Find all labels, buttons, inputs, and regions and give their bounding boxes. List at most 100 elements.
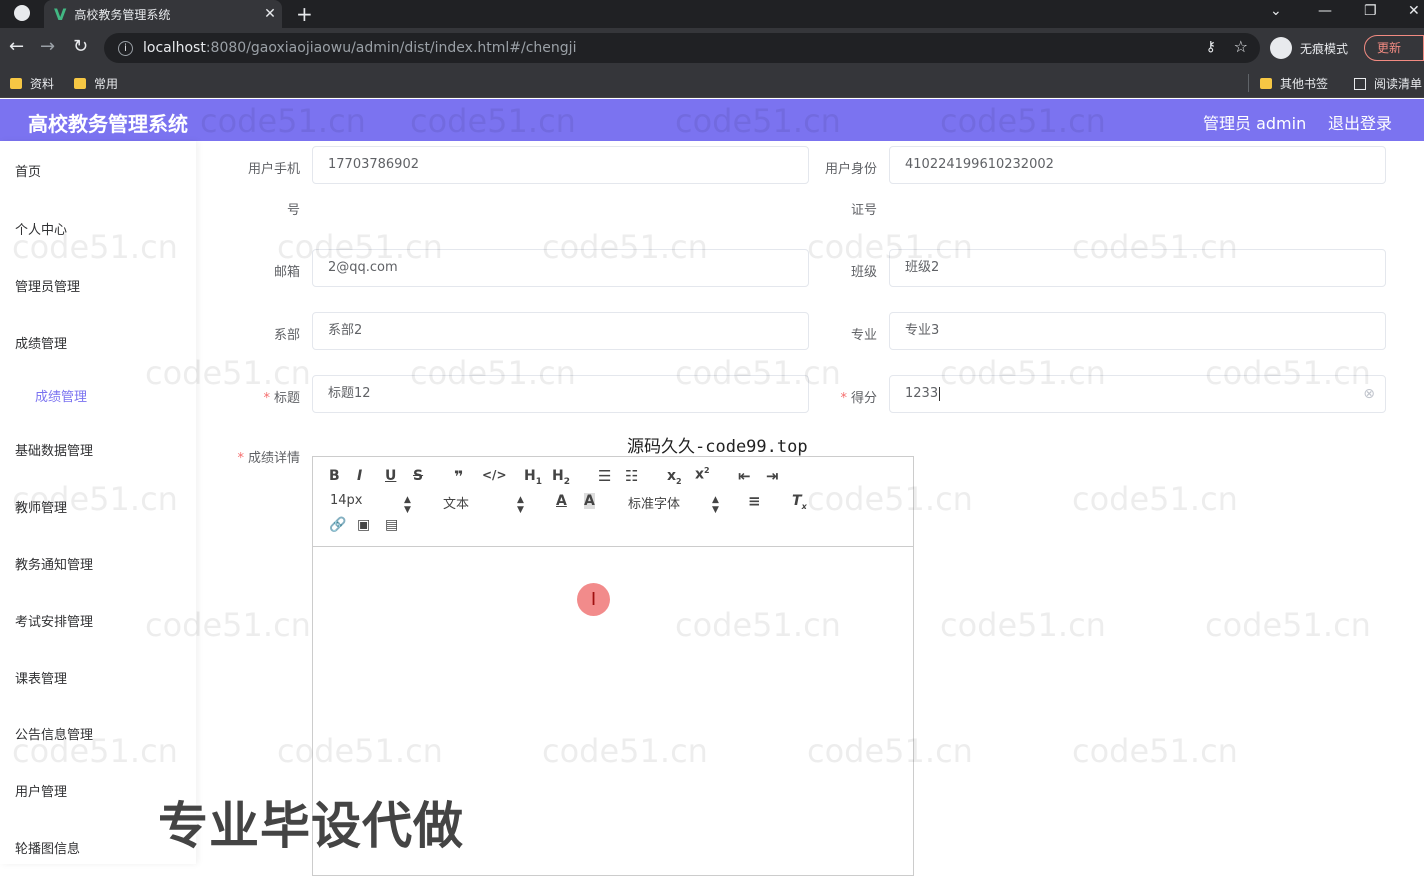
italic-icon[interactable]: I [357, 468, 362, 484]
browser-tab[interactable]: V 高校教务管理系统 ✕ [44, 0, 282, 28]
sidebar-subitem-grades[interactable]: 成绩管理 [35, 386, 87, 405]
title-input[interactable]: 标题12 [312, 375, 809, 413]
incognito-indicator[interactable]: 无痕模式 [1270, 37, 1348, 59]
close-window-icon[interactable]: ✕ [1408, 3, 1420, 19]
sidebar-item-home[interactable]: 首页 [15, 161, 41, 180]
phone-label-cont: 号 [286, 203, 300, 218]
font-color-icon[interactable]: A [556, 493, 567, 509]
outdent-icon[interactable]: ⇤ [738, 467, 751, 485]
h1-icon[interactable]: H1 [524, 468, 542, 487]
email-input[interactable]: 2@qq.com [312, 249, 809, 287]
watermark: code51.cn [1072, 732, 1238, 770]
bookmark-folder-ziliao[interactable]: 资料 [10, 75, 54, 92]
editor-toolbar: B I U S ❞ </> H1 H2 ☰ ☷ x2 x2 ⇤ ⇥ 14px ▲ ▼… [313, 457, 913, 547]
sidebar-item-users[interactable]: 用户管理 [15, 781, 67, 800]
incognito-icon [1270, 37, 1292, 59]
bookmark-star-icon[interactable]: ☆ [1234, 37, 1248, 56]
bookmark-folder-changyong[interactable]: 常用 [74, 75, 118, 92]
score-label-text: 得分 [850, 391, 877, 406]
sidebar-item-exams[interactable]: 考试安排管理 [15, 611, 93, 630]
app-header: 高校教务管理系统 管理员 admin 退出登录 [0, 99, 1424, 141]
admin-user-label: 管理员 admin [1203, 114, 1307, 133]
new-tab-button[interactable]: + [296, 2, 313, 26]
bold-icon[interactable]: B [329, 468, 340, 484]
click-indicator-cursor: I [577, 583, 610, 616]
reading-list-icon [1354, 77, 1366, 90]
sidebar-item-timetable[interactable]: 课表管理 [15, 668, 67, 687]
minimize-icon[interactable]: — [1318, 3, 1332, 19]
reading-list[interactable]: 阅读清单 [1354, 75, 1422, 92]
select-arrow-icon: ▲ ▼ [517, 495, 524, 515]
forward-icon[interactable]: → [40, 36, 55, 57]
ordered-list-icon[interactable]: ☰ [598, 467, 611, 485]
phone-label: 用户手机 [247, 162, 300, 177]
sidebar-item-grades[interactable]: 成绩管理 [15, 333, 67, 352]
major-input[interactable]: 专业3 [889, 312, 1386, 350]
font-size-value: 14px [330, 493, 363, 508]
overlay-source-caption: 源码久久-code99.top [627, 437, 808, 457]
sidebar-item-admin[interactable]: 管理员管理 [15, 276, 80, 295]
site-info-icon[interactable]: i [118, 40, 133, 56]
idcard-label: 用户身份 [824, 162, 877, 177]
vue-logo-icon: V [54, 4, 67, 24]
dept-label: 系部 [273, 328, 300, 343]
indent-icon[interactable]: ⇥ [766, 467, 779, 485]
browser-toolbar: ← → ↻ i localhost:8080/gaoxiaojiaowu/adm… [0, 28, 1424, 68]
score-label: * 得分 [815, 387, 877, 406]
password-key-icon[interactable]: ⚷ [1206, 39, 1216, 55]
sidebar-item-notices[interactable]: 教务通知管理 [15, 554, 93, 573]
folder-icon [74, 78, 86, 89]
detail-label: * 成绩详情 [226, 447, 300, 466]
bookmark-folder-other[interactable]: 其他书签 [1260, 75, 1328, 92]
app-title: 高校教务管理系统 [28, 112, 188, 136]
sidebar-item-announcements[interactable]: 公告信息管理 [15, 724, 93, 743]
quote-icon[interactable]: ❞ [454, 467, 463, 486]
clear-format-icon[interactable]: Tx [792, 493, 807, 511]
bookmark-label: 常用 [94, 77, 119, 91]
h2-icon[interactable]: H2 [552, 468, 570, 487]
logout-button[interactable]: 退出登录 [1328, 110, 1392, 134]
address-bar[interactable]: i localhost:8080/gaoxiaojiaowu/admin/dis… [104, 33, 1260, 63]
video-icon[interactable]: ▤ [385, 517, 398, 533]
font-family-value: 标准字体 [628, 497, 681, 512]
strike-icon[interactable]: S [413, 468, 423, 484]
text-type-select[interactable]: 文本 ▲ ▼ [443, 493, 533, 515]
subscript-icon[interactable]: x2 [667, 468, 682, 486]
class-input[interactable]: 班级2 [889, 249, 1386, 287]
align-icon[interactable]: ≡ [748, 492, 761, 510]
sidebar-item-carousel[interactable]: 轮播图信息 [15, 838, 80, 857]
link-icon[interactable]: 🔗 [329, 517, 346, 533]
bullet-list-icon[interactable]: ☷ [625, 467, 638, 485]
image-icon[interactable]: ▣ [357, 517, 370, 533]
tab-close-icon[interactable]: ✕ [258, 6, 282, 22]
tab-search-chevron-icon[interactable]: ⌄ [1270, 3, 1282, 19]
watermark: code51.cn [1205, 606, 1371, 644]
reload-icon[interactable]: ↻ [73, 36, 88, 57]
phone-input[interactable]: 17703786902 [312, 146, 809, 184]
overlay-ad-caption: 专业毕设代做 [158, 797, 464, 855]
font-family-select[interactable]: 标准字体 ▲ ▼ [628, 493, 728, 515]
title-label-text: 标题 [273, 391, 300, 406]
restore-icon[interactable]: ❐ [1364, 3, 1377, 19]
code-icon[interactable]: </> [482, 468, 507, 482]
dept-input[interactable]: 系部2 [312, 312, 809, 350]
idcard-input[interactable]: 410224199610232002 [889, 146, 1386, 184]
sidebar-item-basic-data[interactable]: 基础数据管理 [15, 440, 93, 459]
update-button[interactable]: 更新 [1364, 35, 1424, 61]
sidebar-item-teachers[interactable]: 教师管理 [15, 497, 67, 516]
back-icon[interactable]: ← [9, 36, 24, 57]
score-input[interactable]: 1233 ⊗ [889, 375, 1386, 413]
sidebar-item-profile[interactable]: 个人中心 [15, 219, 67, 238]
watermark: code51.cn [1072, 480, 1238, 518]
folder-icon [10, 78, 22, 89]
font-size-select[interactable]: 14px ▲ ▼ [330, 493, 420, 515]
select-arrow-icon: ▲ ▼ [404, 495, 411, 515]
text-caret [939, 386, 941, 401]
required-mark: * [237, 451, 244, 466]
clear-input-icon[interactable]: ⊗ [1363, 376, 1375, 412]
background-color-icon[interactable]: A [584, 493, 595, 509]
underline-icon[interactable]: U [385, 468, 396, 484]
superscript-icon[interactable]: x2 [695, 466, 710, 483]
class-label: 班级 [850, 265, 877, 280]
browser-menu-icon[interactable] [14, 5, 30, 21]
